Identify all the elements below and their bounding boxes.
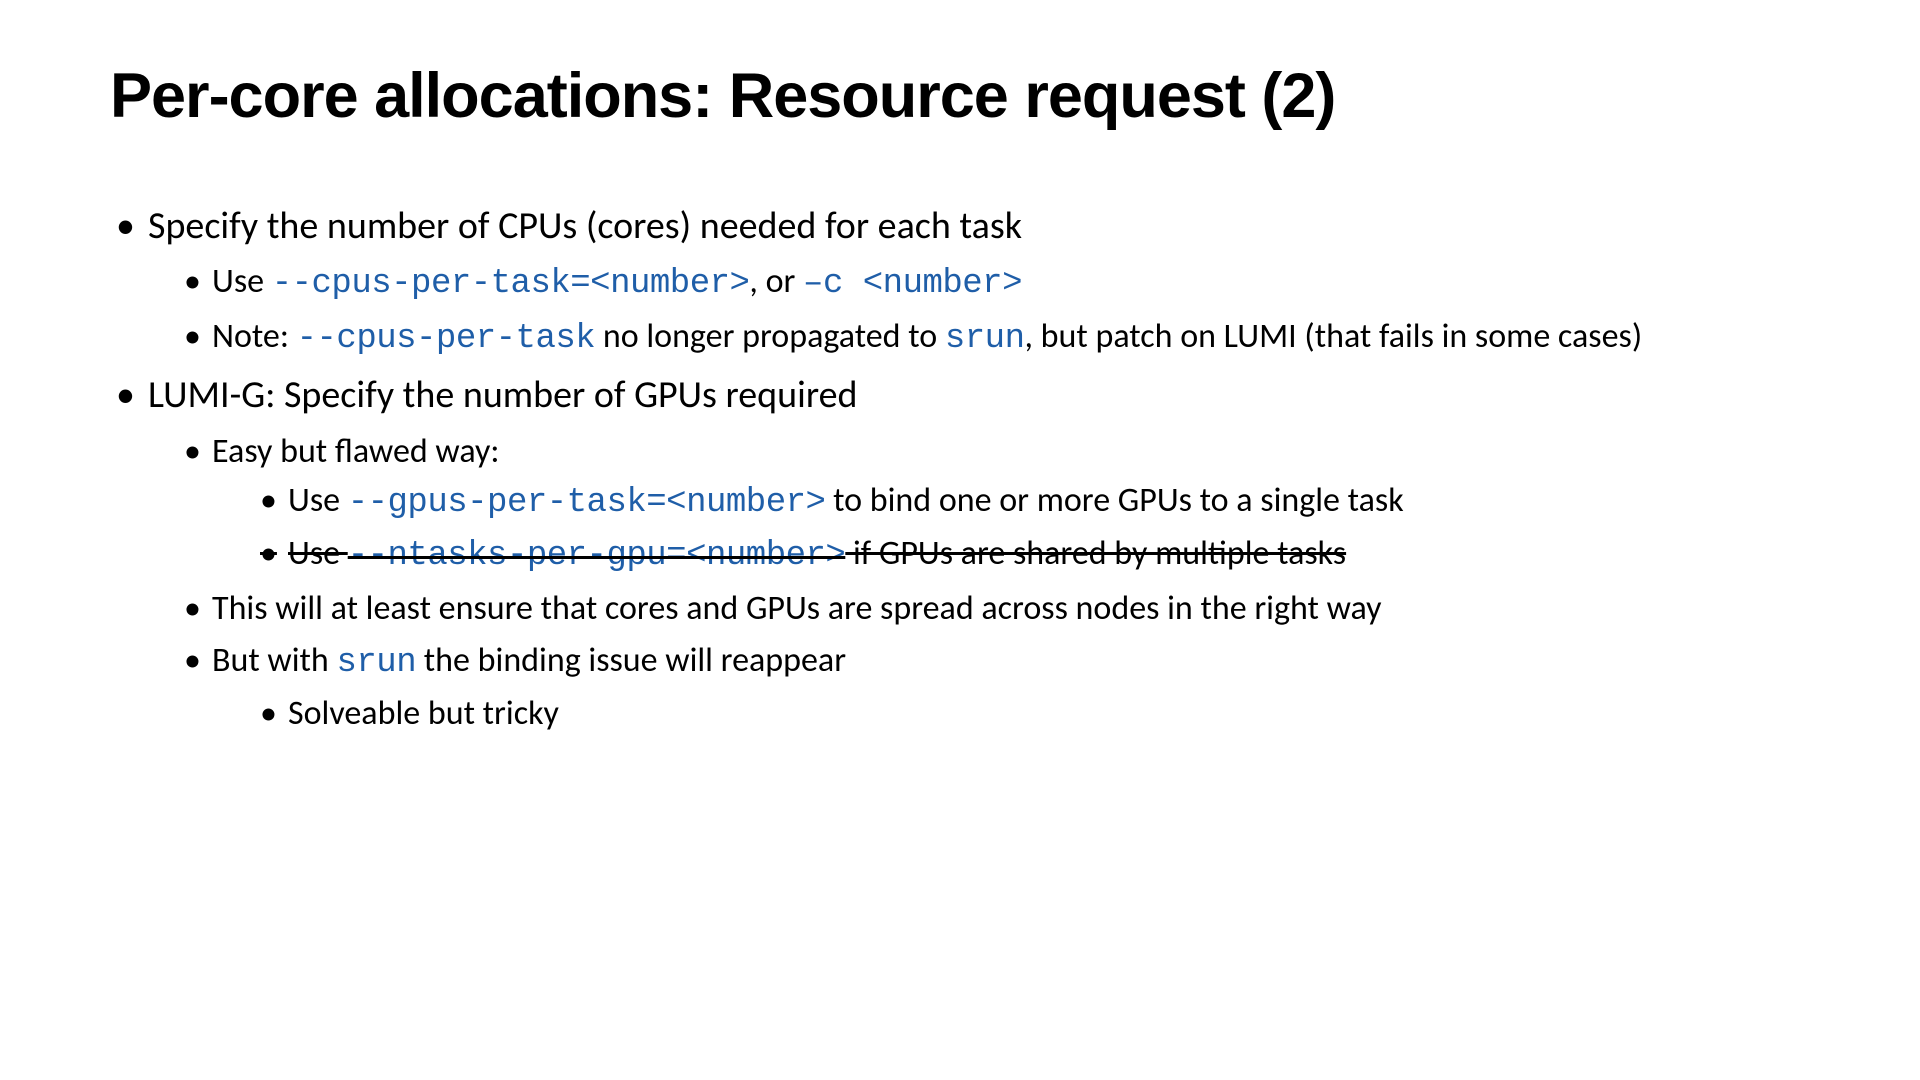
code-fragment: --cpus-per-task=<number>	[272, 265, 750, 303]
bullet-text: Solveable but tricky	[288, 693, 559, 734]
text-fragment: , but patch on LUMI (that fails in some …	[1025, 316, 1643, 357]
text-fragment: the binding issue will reappear	[416, 640, 846, 681]
sub-sub-list: Solveable but tricky	[212, 691, 1810, 737]
bullet-item: This will at least ensure that cores and…	[178, 586, 1810, 632]
bullet-item: Use --cpus-per-task=<number>, or –c <num…	[178, 259, 1810, 308]
text-fragment: Use	[288, 480, 348, 521]
bullet-item: But with srun the binding issue will rea…	[178, 638, 1810, 737]
code-fragment: --ntasks-per-gpu=<number>	[348, 537, 846, 575]
bullet-item-strikethrough: Use --ntasks-per-gpu=<number> if GPUs ar…	[254, 531, 1810, 580]
text-fragment: , or	[749, 261, 803, 302]
code-fragment: srun	[945, 320, 1025, 358]
sub-list: Use --cpus-per-task=<number>, or –c <num…	[148, 259, 1810, 363]
text-fragment: Note:	[212, 316, 297, 357]
code-fragment: --gpus-per-task=<number>	[348, 484, 826, 522]
bullet-text: Specify the number of CPUs (cores) neede…	[148, 203, 1022, 249]
bullet-text: Easy but flawed way:	[212, 431, 499, 472]
bullet-list: Specify the number of CPUs (cores) neede…	[110, 202, 1810, 737]
text-fragment: Use	[212, 261, 272, 302]
bullet-item: Note: --cpus-per-task no longer propagat…	[178, 314, 1810, 363]
sub-list: Easy but flawed way: Use --gpus-per-task…	[148, 429, 1810, 737]
text-fragment: Use	[288, 533, 348, 574]
bullet-item: Specify the number of CPUs (cores) neede…	[110, 202, 1810, 363]
slide-title: Per-core allocations: Resource request (…	[110, 60, 1810, 132]
bullet-item: LUMI-G: Specify the number of GPUs requi…	[110, 371, 1810, 737]
text-fragment: if GPUs are shared by multiple tasks	[845, 533, 1346, 574]
bullet-text: This will at least ensure that cores and…	[212, 588, 1382, 629]
text-fragment: no longer propagated to	[595, 316, 945, 357]
text-fragment: But with	[212, 640, 336, 681]
code-fragment: srun	[336, 644, 416, 682]
bullet-item: Easy but flawed way: Use --gpus-per-task…	[178, 429, 1810, 581]
bullet-text: LUMI-G: Specify the number of GPUs requi…	[148, 372, 857, 418]
bullet-item: Solveable but tricky	[254, 691, 1810, 737]
sub-sub-list: Use --gpus-per-task=<number> to bind one…	[212, 478, 1810, 580]
code-fragment: –c <number>	[803, 265, 1022, 303]
text-fragment: to bind one or more GPUs to a single tas…	[825, 480, 1403, 521]
bullet-item: Use --gpus-per-task=<number> to bind one…	[254, 478, 1810, 527]
code-fragment: --cpus-per-task	[297, 320, 596, 358]
